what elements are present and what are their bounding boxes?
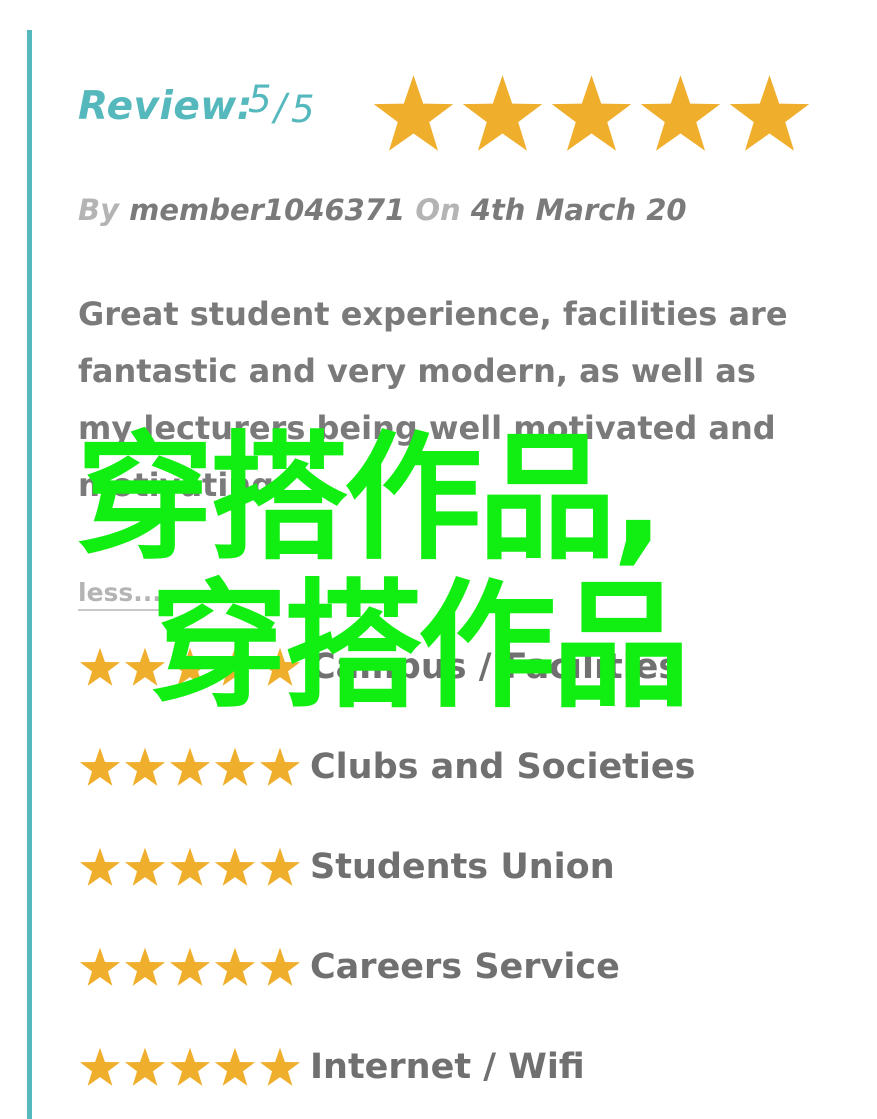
star-icon (169, 847, 211, 886)
star-icon (124, 847, 166, 886)
review-date: 4th March 20 (470, 193, 687, 227)
rating-row-students-union: Students Union (78, 843, 615, 891)
watermark-line-1: 穿搭作品, (76, 418, 664, 579)
star-icon (169, 947, 211, 986)
star-icon (551, 75, 632, 151)
star-icon (214, 1047, 256, 1086)
left-accent-border (27, 30, 32, 1119)
star-icon (79, 947, 121, 986)
star-icon (79, 847, 121, 886)
review-label: Review: (78, 84, 253, 129)
star-icon (169, 1047, 211, 1086)
watermark-line-2: 穿搭作品 (150, 566, 690, 727)
rating-stars (78, 1045, 302, 1089)
rating-row-internet: Internet / Wifi (78, 1043, 585, 1091)
star-icon (373, 75, 454, 151)
star-icon (79, 747, 121, 786)
rating-label: Internet / Wifi (310, 1047, 585, 1087)
star-icon (124, 947, 166, 986)
rating-row-clubs: Clubs and Societies (78, 743, 695, 791)
star-icon (259, 947, 301, 986)
star-icon (462, 75, 543, 151)
review-score-total: 5 (291, 88, 315, 131)
rating-label: Clubs and Societies (310, 747, 696, 787)
rating-stars (78, 945, 302, 989)
star-icon (259, 747, 301, 786)
star-icon (124, 1047, 166, 1086)
star-icon (214, 847, 256, 886)
on-label: On (415, 193, 461, 227)
rating-stars (78, 745, 302, 789)
rating-row-careers: Careers Service (78, 943, 620, 991)
review-header: Review: 5 / 5 (78, 70, 838, 160)
author-name[interactable]: member1046371 (129, 193, 405, 227)
by-label: By (78, 193, 120, 227)
overall-star-rating (370, 70, 813, 160)
review-score: 5 (248, 78, 272, 121)
rating-stars (78, 845, 302, 889)
star-icon (79, 1047, 121, 1086)
star-icon (729, 75, 810, 151)
star-icon (214, 947, 256, 986)
review-score-separator: / (274, 86, 287, 129)
rating-label: Careers Service (310, 947, 620, 987)
review-byline: By member1046371 On 4th March 20 (78, 193, 687, 227)
rating-label: Students Union (310, 847, 615, 887)
star-icon (124, 747, 166, 786)
star-icon (259, 1047, 301, 1086)
star-icon (169, 747, 211, 786)
star-icon (214, 747, 256, 786)
star-icon (79, 647, 121, 686)
star-icon (640, 75, 721, 151)
star-icon (259, 847, 301, 886)
